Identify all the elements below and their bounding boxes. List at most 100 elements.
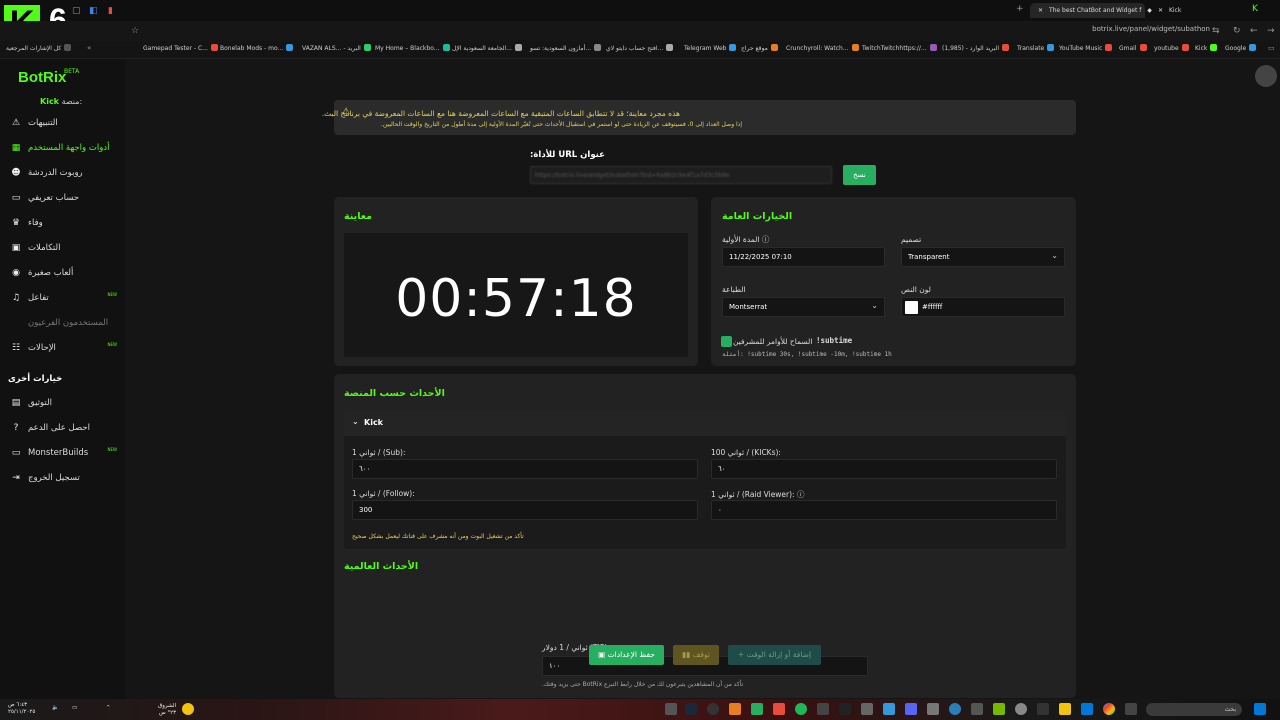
sidebar-item-chatbot[interactable]: ☻ روبوت الدردشة [0,164,125,184]
tab-icon[interactable]: ◧ [89,6,98,16]
address-bar[interactable]: botrix.live/panel/widget/subathon [1092,25,1210,33]
copy-button[interactable]: نسخ [843,165,876,185]
bookmark-item[interactable]: افتح حساب دايتو لاي... [606,44,674,52]
taskbar-app-icon[interactable] [1015,703,1027,715]
windows-start-icon[interactable] [1254,703,1266,715]
taskbar-app-icon[interactable] [949,703,961,715]
reload-icon[interactable]: ↻ [1233,26,1241,36]
spotify-icon[interactable] [795,703,807,715]
sidebar-item-integrations[interactable]: ▣ التكاملات [0,239,125,259]
taskbar-app-icon[interactable] [883,703,895,715]
sidebar-item-monsterbuilds[interactable]: ▭ MonsterBuilds NEW [0,444,125,464]
clock[interactable]: ٦:٤٣ ص ٢٥/١١/٢٠٢٥ [8,702,35,716]
close-icon[interactable]: ✕ [1038,7,1043,14]
save-settings-button[interactable]: ▣ حفظ الإعدادات [589,645,664,665]
sidebar-item-minigames[interactable]: ◉ ألعاب صغيرة [0,264,125,284]
sidebar-item-profile[interactable]: ▭ حساب تعريفي [0,189,125,209]
bookmark-item[interactable]: VAZAN ALS... - البريد [302,44,371,52]
weather-widget[interactable]: الشروق ٢٣° س [158,703,176,717]
network-icon[interactable]: ▭ [72,705,77,711]
discord-icon[interactable] [905,703,917,715]
bookmark-item[interactable]: Translate [1017,44,1055,52]
bookmark-item[interactable]: Gamepad Tester - C... [143,44,218,52]
sidebar-item-loyalty[interactable]: ♛ وفاء [0,214,125,234]
bookmark-item[interactable]: Google [1225,44,1257,52]
subathon-timer: 00:57:18 [395,269,637,329]
taskbar-app-icon[interactable] [707,703,719,715]
bookmark-item[interactable]: (1,985) - البريد الوارد [942,44,1010,52]
font-select[interactable]: Montserrat ⌄ [722,297,885,317]
sidebar-item-logout[interactable]: ⇥ تسجيل الخروج [0,469,125,489]
speaker-icon[interactable]: 🔈 [52,705,59,711]
raid-input[interactable]: ٠ [711,500,1057,520]
tab-kick[interactable]: ✕ Kick [1150,3,1245,18]
kick-accordion-header[interactable]: ⌄ Kick [344,410,1066,436]
design-select[interactable]: Transparent ⌄ [901,247,1065,267]
taskbar-app-icon[interactable] [1037,703,1049,715]
close-icon[interactable]: ✕ [1158,7,1163,14]
sidebar-item-referrals[interactable]: ☷ الإحالات NEW [0,339,125,359]
user-avatar[interactable] [1255,65,1277,87]
file-explorer-icon[interactable] [1059,703,1071,715]
bookmark-item[interactable]: TwitchTwitchhttps://... [862,44,937,52]
bookmark-item[interactable]: Telegram Web [684,44,737,52]
taskbar-app-icon[interactable] [927,703,939,715]
widget-url-input[interactable]: https://botrix.live/widget/subathon?bid=… [530,166,832,184]
bookmark-item[interactable]: YouTube Music [1059,44,1113,52]
taskbar-app-icon[interactable] [971,703,983,715]
taskbar-app-icon[interactable] [665,703,677,715]
chevron-up-icon[interactable]: ⌃ [106,705,111,711]
kicks-input[interactable]: ٦٠ [711,459,1057,479]
forward-icon[interactable]: → [1267,26,1275,36]
taskbar-app-icon[interactable] [861,703,873,715]
bookmark-item[interactable]: أمازون السعودية: تسو... [530,44,602,52]
sidebar-item-sub-users[interactable]: المستخدمون الفرعيون [0,314,125,334]
sidebar-item-docs[interactable]: ▤ التوثيق [0,394,125,414]
bookmark-item[interactable]: موقع حراج [741,44,778,52]
bookmark-item[interactable]: youtube [1154,44,1189,52]
global-events-title: الأحداث العالمية [344,561,419,572]
mod-commands-checkbox[interactable] [721,336,732,347]
sub-input[interactable]: ٦٠٠ [352,459,698,479]
steam-icon[interactable] [685,703,697,715]
bookmark-item[interactable]: Gmail [1119,44,1147,52]
info-icon[interactable]: ⓘ [762,235,770,244]
bookmark-item[interactable]: Bonelab Mods - mo... [220,44,294,52]
initial-duration-input[interactable]: 11/22/2025 07:10 [722,247,885,267]
taskbar-app-icon[interactable] [1125,703,1137,715]
nvidia-icon[interactable] [993,703,1005,715]
folder-icon[interactable]: ▭ [1268,44,1275,52]
sidebar-item-interaction[interactable]: ♫ تفاعل NEW [0,289,125,309]
bookmark-item[interactable]: Kick [1195,44,1218,52]
sidebar-item-support[interactable]: ? احصل على الدعم [0,419,125,439]
sidebar-item-alerts[interactable]: ⚠ التنبيهات [0,114,125,134]
translate-icon[interactable]: ⇆ [1212,26,1220,36]
info-icon[interactable]: ⓘ [797,490,805,499]
back-icon[interactable]: ← [1250,26,1258,36]
color-swatch[interactable] [905,301,918,314]
chrome-icon[interactable] [1103,703,1115,715]
tab-icon[interactable]: ▢ [72,6,81,16]
xbox-icon[interactable] [751,703,763,715]
bookmark-all[interactable]: كل الإشارات المرجعية [6,44,72,52]
bookmark-item[interactable]: Crunchyroll: Watch... [786,44,859,52]
follow-input[interactable]: 300 [352,500,698,520]
star-icon[interactable]: ☆ [131,26,139,36]
taskbar-app-icon[interactable] [817,703,829,715]
taskbar-app-icon[interactable] [729,703,741,715]
tab-icon[interactable]: ▮ [108,6,113,16]
chevron-icon[interactable]: « [87,44,91,52]
sidebar-item-widgets[interactable]: ▦ أدوات واجهة المستخدم [0,139,125,159]
taskbar-search[interactable]: بحث [1146,703,1242,716]
stop-button[interactable]: ▮▮ توقف [673,645,719,665]
taskbar-app-icon[interactable] [773,703,785,715]
taskbar-app-icon[interactable] [839,703,851,715]
bookmark-item[interactable]: الجامعة السعودية الإل... [452,44,522,52]
taskbar-app-icon[interactable] [1081,703,1093,715]
add-remove-time-button[interactable]: + إضافة أو إزالة الوقت [728,645,821,665]
text-color-input[interactable]: #ffffff [901,297,1065,317]
new-tab-icon[interactable]: + [1016,4,1024,14]
bookmark-item[interactable]: My Home – Blackbo... [375,44,450,52]
botrix-logo[interactable]: BotRix [18,69,66,86]
tab-botrix[interactable]: ✕ The best ChatBot and Widget f ◆ [1030,3,1152,18]
